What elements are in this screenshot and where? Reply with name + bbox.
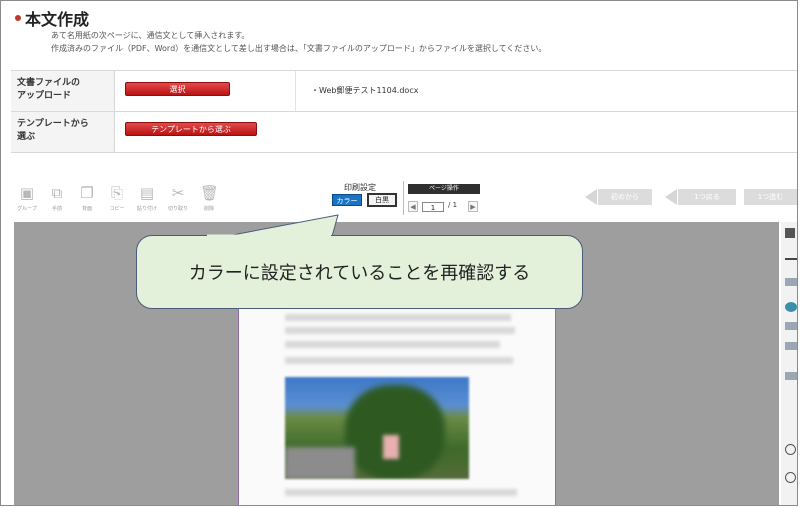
app-frame: 本文作成 あて名用紙の次ページに、通信文として挿入されます。 作成済みのファイル… [0,0,798,506]
callout-tail-joint [207,234,331,238]
